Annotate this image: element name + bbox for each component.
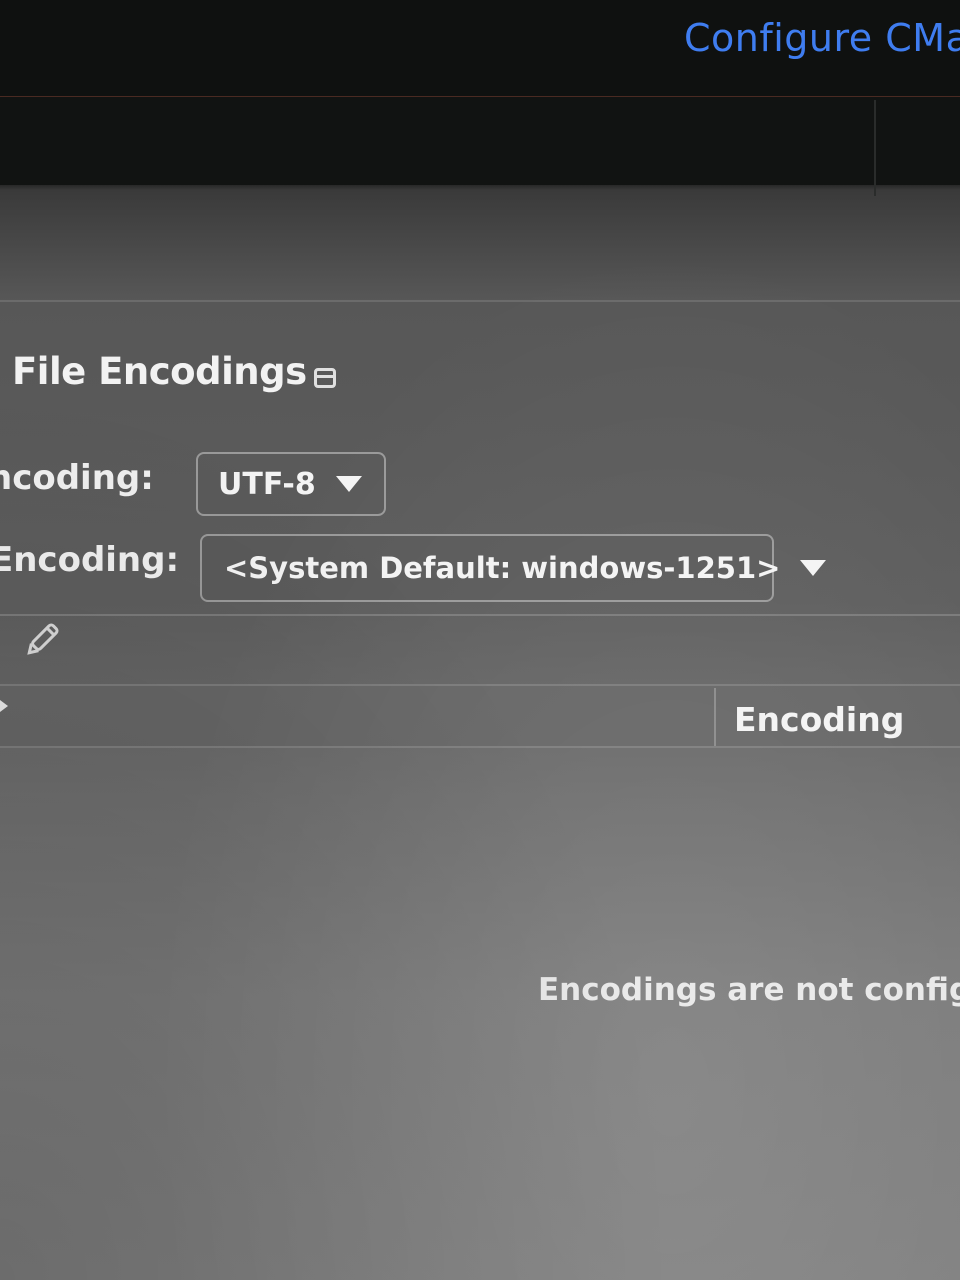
pencil-icon[interactable] bbox=[22, 620, 62, 660]
configure-cmake-link[interactable]: Configure CMa bbox=[684, 16, 960, 60]
page-title: File Encodings bbox=[12, 350, 307, 393]
project-encoding-dropdown[interactable]: <System Default: windows-1251> bbox=[200, 534, 827, 602]
project-encoding-label: Encoding: bbox=[0, 540, 180, 580]
global-encoding-dropdown[interactable]: UTF-8 bbox=[196, 452, 386, 516]
top-banner: Configure CMa bbox=[0, 0, 960, 97]
empty-table-message: Encodings are not configu bbox=[538, 972, 960, 1008]
global-encoding-label: ncoding: bbox=[0, 458, 154, 498]
project-scope-icon bbox=[314, 368, 336, 388]
section-separator bbox=[0, 300, 960, 302]
chevron-down-icon bbox=[335, 476, 362, 492]
global-encoding-value: UTF-8 bbox=[218, 466, 316, 502]
encodings-table-body[interactable] bbox=[0, 748, 960, 1280]
toolbar-separator bbox=[0, 614, 960, 616]
settings-screen: Configure CMa File Encodings ncoding: UT… bbox=[0, 0, 960, 1280]
toolbar-strip bbox=[0, 97, 960, 185]
toolbar-divider bbox=[874, 100, 876, 196]
column-header-encoding[interactable]: Encoding bbox=[734, 700, 904, 739]
column-divider[interactable] bbox=[714, 688, 716, 746]
chevron-down-icon bbox=[800, 560, 827, 576]
project-encoding-value: <System Default: windows-1251> bbox=[224, 551, 781, 585]
sort-indicator-icon bbox=[0, 700, 8, 712]
